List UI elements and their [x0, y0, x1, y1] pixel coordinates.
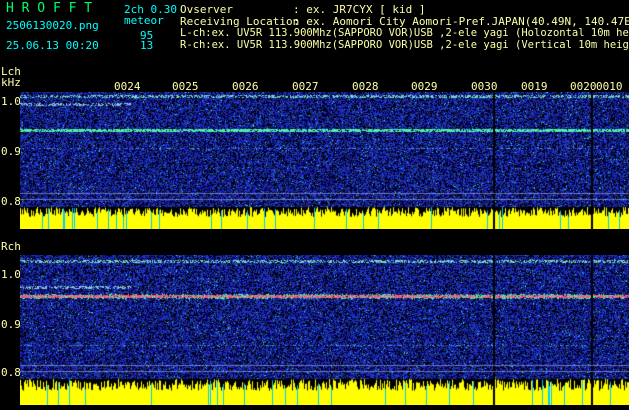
observer-value: : ex. JR7CYX [ kid ] — [293, 3, 426, 16]
rch-ytick-3: 0.8 — [1, 366, 21, 379]
rch-ytick-1: 1.0 — [1, 268, 21, 281]
rch-description: R-ch:ex. UV5R 113.900Mhz(SAPPORO VOR)USB… — [180, 39, 629, 51]
location-value: : ex. Aomori City Aomori-Pref.JAPAN(40.4… — [293, 15, 629, 28]
rch-label: Rch — [1, 240, 21, 253]
count-rch: 13 — [140, 39, 154, 52]
location-label: Receiving Location — [180, 15, 300, 28]
lch-ytick-2: 0.9 — [1, 145, 21, 158]
lch-unit: kHz — [1, 76, 21, 89]
observer-label: Ovserver — [180, 3, 233, 16]
app-brand: H R O F F T — [6, 1, 93, 16]
rch-waterfall — [20, 255, 629, 405]
filename-label: 2506130020.png — [6, 19, 99, 32]
rch-ytick-2: 0.9 — [1, 318, 21, 331]
lch-ytick-3: 0.8 — [1, 195, 21, 208]
lch-description: L-ch:ex. UV5R 113.900Mhz(SAPPORO VOR)USB… — [180, 27, 629, 39]
datetime-label: 25.06.13 00:20 — [6, 39, 99, 52]
detect-label: meteor — [124, 14, 164, 27]
lch-ytick-1: 1.0 — [1, 95, 21, 108]
lch-waterfall — [20, 92, 629, 229]
